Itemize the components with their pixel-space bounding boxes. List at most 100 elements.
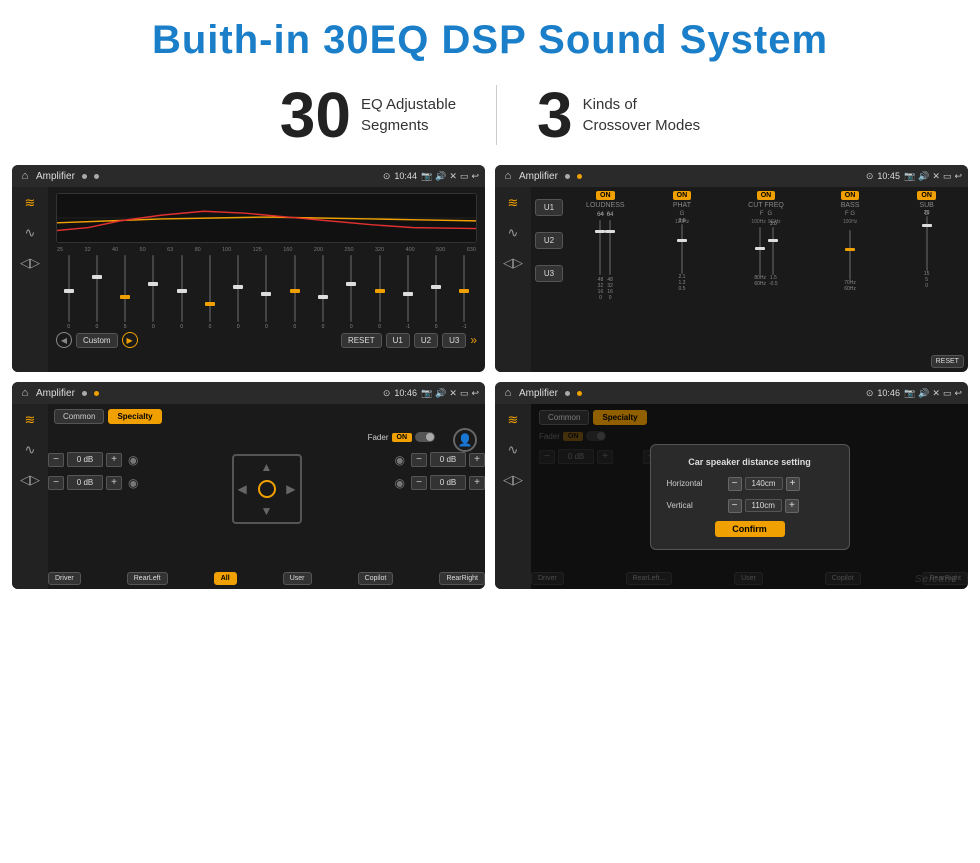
tab-specialty-3[interactable]: Specialty — [108, 409, 161, 424]
horizontal-minus[interactable]: − — [728, 477, 742, 491]
forward-icon[interactable]: » — [470, 333, 477, 347]
fader-2[interactable]: 5 — [113, 255, 138, 330]
joystick-bg-3[interactable]: ▲ ▼ ◀ ▶ — [232, 454, 302, 524]
back-icon-2[interactable]: ↩ — [954, 171, 962, 182]
minimize-icon-4[interactable]: ▭ — [943, 388, 952, 399]
wave-icon-1[interactable]: ∿ — [25, 225, 36, 241]
volume-icon-1[interactable]: 🔊 — [435, 171, 446, 182]
vol-icon-4[interactable]: ◁▷ — [503, 472, 523, 488]
bass-on[interactable]: ON — [841, 191, 860, 200]
fader-8[interactable]: 0 — [282, 255, 307, 330]
vol-icon-2[interactable]: ◁▷ — [503, 255, 523, 271]
phat-on[interactable]: ON — [673, 191, 692, 200]
vol-plus-rr[interactable]: + — [469, 476, 485, 490]
eq-icon-3[interactable]: ≋ — [25, 412, 36, 428]
fader-toggle-3[interactable] — [415, 432, 435, 442]
close-icon-1[interactable]: ✕ — [449, 171, 457, 182]
fader-6[interactable]: 0 — [226, 255, 251, 330]
close-icon-4[interactable]: ✕ — [932, 388, 940, 399]
fader-3[interactable]: 0 — [141, 255, 166, 330]
home-icon-2[interactable]: ⌂ — [501, 169, 515, 183]
back-icon-1[interactable]: ↩ — [471, 171, 479, 182]
back-icon-4[interactable]: ↩ — [954, 388, 962, 399]
rearright-btn-3[interactable]: RearRight — [439, 572, 485, 585]
cutfreq-on[interactable]: ON — [757, 191, 776, 200]
home-icon-4[interactable]: ⌂ — [501, 386, 515, 400]
minimize-icon-1[interactable]: ▭ — [460, 171, 469, 182]
home-icon-3[interactable]: ⌂ — [18, 386, 32, 400]
fader-12[interactable]: -1 — [395, 255, 420, 330]
person-icon-3: 👤 — [453, 428, 477, 452]
joy-up[interactable]: ▲ — [261, 460, 273, 474]
fader-on-3[interactable]: ON — [392, 433, 413, 442]
rearleft-btn-3[interactable]: RearLeft — [127, 572, 168, 585]
wave-icon-3[interactable]: ∿ — [25, 442, 36, 458]
u2-btn-1[interactable]: U2 — [414, 333, 438, 348]
vol-minus-fr[interactable]: − — [411, 453, 427, 467]
vol-plus-fl[interactable]: + — [106, 453, 122, 467]
fader-4[interactable]: 0 — [169, 255, 194, 330]
camera-icon-2[interactable]: 📷 — [904, 171, 915, 182]
reset-btn[interactable]: RESET — [341, 333, 382, 348]
back-icon-3[interactable]: ↩ — [471, 388, 479, 399]
sidebar-2: ≋ ∿ ◁▷ — [495, 187, 531, 372]
driver-btn-3[interactable]: Driver — [48, 572, 81, 585]
fader-5[interactable]: 0 — [197, 255, 222, 330]
tab-common-3[interactable]: Common — [54, 409, 104, 424]
vertical-plus[interactable]: + — [785, 499, 799, 513]
horizontal-plus[interactable]: + — [786, 477, 800, 491]
eq-icon-2[interactable]: ≋ — [508, 195, 519, 211]
vol-minus-rr[interactable]: − — [411, 476, 427, 490]
u3-btn-2[interactable]: U3 — [535, 265, 563, 282]
wave-icon-4[interactable]: ∿ — [508, 442, 519, 458]
u2-btn-2[interactable]: U2 — [535, 232, 563, 249]
eq-icon-4[interactable]: ≋ — [508, 412, 519, 428]
play-button[interactable]: ▶ — [122, 332, 138, 348]
vertical-minus[interactable]: − — [728, 499, 742, 513]
u3-btn-1[interactable]: U3 — [442, 333, 466, 348]
fader-13[interactable]: 0 — [423, 255, 448, 330]
fader-0[interactable]: 0 — [56, 255, 81, 330]
fader-7[interactable]: 0 — [254, 255, 279, 330]
joy-right[interactable]: ▶ — [286, 482, 295, 496]
fader-14[interactable]: -1 — [452, 255, 477, 330]
fader-9[interactable]: 0 — [310, 255, 335, 330]
vol-icon-3[interactable]: ◁▷ — [20, 472, 40, 488]
camera-icon-4[interactable]: 📷 — [904, 388, 915, 399]
eq-icon-1[interactable]: ≋ — [25, 195, 36, 211]
close-icon-3[interactable]: ✕ — [449, 388, 457, 399]
volume-icon-4[interactable]: 🔊 — [918, 388, 929, 399]
vol-plus-fr[interactable]: + — [469, 453, 485, 467]
reset-btn-2[interactable]: RESET — [931, 355, 964, 368]
vol-minus-fl[interactable]: − — [48, 453, 64, 467]
fader-10[interactable]: 0 — [339, 255, 364, 330]
confirm-button[interactable]: Confirm — [715, 521, 785, 537]
phat-section: ON PHAT G 120Hz 3.0 2.1 1.3 — [645, 191, 720, 368]
joy-down[interactable]: ▼ — [261, 504, 273, 518]
crossover-sections: ON LOUDNESS ∩∩ 64 48 32 16 — [566, 191, 964, 368]
user-btn-3[interactable]: User — [283, 572, 312, 585]
all-btn-3[interactable]: All — [214, 572, 237, 585]
fader-11[interactable]: 0 — [367, 255, 392, 330]
loudness-on[interactable]: ON — [596, 191, 615, 200]
close-icon-2[interactable]: ✕ — [932, 171, 940, 182]
minimize-icon-3[interactable]: ▭ — [460, 388, 469, 399]
camera-icon-3[interactable]: 📷 — [421, 388, 432, 399]
camera-icon-1[interactable]: 📷 — [421, 171, 432, 182]
vol-icon-1[interactable]: ◁▷ — [20, 255, 40, 271]
prev-button[interactable]: ◀ — [56, 332, 72, 348]
volume-icon-2[interactable]: 🔊 — [918, 171, 929, 182]
u1-btn-2[interactable]: U1 — [535, 199, 563, 216]
vol-plus-rl[interactable]: + — [106, 476, 122, 490]
fader-1[interactable]: 0 — [84, 255, 109, 330]
home-icon[interactable]: ⌂ — [18, 169, 32, 183]
copilot-btn-3[interactable]: Copilot — [358, 572, 394, 585]
vol-minus-rl[interactable]: − — [48, 476, 64, 490]
speaker-rl-icon: ◉ — [128, 476, 138, 490]
u1-btn-1[interactable]: U1 — [386, 333, 410, 348]
volume-icon-3[interactable]: 🔊 — [435, 388, 446, 399]
sub-on[interactable]: ON — [917, 191, 936, 200]
joy-left[interactable]: ◀ — [238, 482, 247, 496]
minimize-icon-2[interactable]: ▭ — [943, 171, 952, 182]
wave-icon-2[interactable]: ∿ — [508, 225, 519, 241]
